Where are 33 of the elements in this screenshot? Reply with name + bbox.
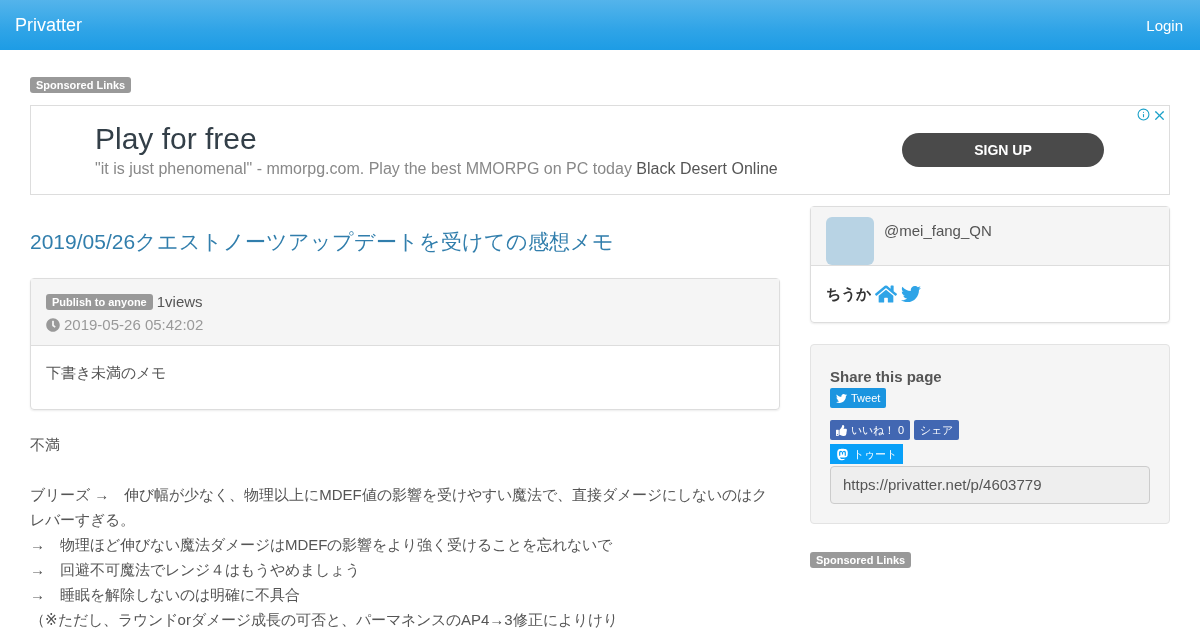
view-count: 1views: [156, 293, 203, 310]
body-text: → 物理ほど伸びない魔法ダメージはMDEFの影響をより強く受けることを忘れないで: [30, 535, 614, 555]
ad-description: "it is just phenomenal" - mmorpg.com. Play the best MMORPG on PC today Black Desert Online: [95, 160, 779, 178]
body-text: ブリーズ → 伸び幅が少なく、物理以上にMDEF値の影響を受けやすい魔法で、直接ダメージにしないのはクレバーすぎる。: [30, 485, 768, 530]
body-text: 不満: [30, 435, 61, 455]
post-title: 2019/05/26クエストノーツアップデートを受けての感想メモ: [30, 229, 616, 255]
body-text: → 睡眠を解除しないのは明確に不具合: [30, 585, 301, 605]
share-title: Share this page: [830, 368, 943, 385]
user-handle: @mei_fang_QN: [884, 222, 992, 241]
clock-icon: [46, 317, 60, 332]
body-text: （※ただし、ラウンドorダメージ成長の可否と、パーマネンスのAP4→3修正によりけり: [30, 610, 619, 630]
visibility-label: Publish to anyone: [46, 293, 153, 310]
url-field[interactable]: https://privatter.net/p/4603779: [830, 465, 1150, 504]
avatar-placeholder: [826, 217, 874, 265]
thumbs-up-icon: [836, 424, 847, 436]
twitter-icon[interactable]: [901, 284, 921, 304]
sponsored-label: Sponsored Links: [810, 551, 912, 568]
home-icon[interactable]: [875, 283, 897, 305]
sign-up-button[interactable]: SIGN UP: [902, 133, 1104, 167]
toot-button[interactable]: トゥート: [830, 444, 903, 464]
logo-icon: [836, 447, 849, 461]
like-button[interactable]: いいね！ 0: [830, 420, 911, 440]
post-date: 2019-05-26 05:42:02: [64, 316, 204, 333]
info-icon[interactable]: [1137, 108, 1150, 121]
sponsored-label: Sponsored Links: [30, 77, 132, 93]
ad-headline: Play for free: [95, 122, 258, 156]
close-icon[interactable]: [1152, 108, 1167, 123]
facebook-share-button[interactable]: シェア: [914, 420, 960, 440]
twitter-icon: [836, 392, 847, 404]
user-name: ちうか: [826, 284, 871, 304]
body-text: → 回避不可魔法でレンジ４はもうやめましょう: [30, 560, 361, 580]
tweet-button[interactable]: Tweet: [830, 388, 887, 408]
post-summary: 下書き未満のメモ: [45, 363, 167, 383]
